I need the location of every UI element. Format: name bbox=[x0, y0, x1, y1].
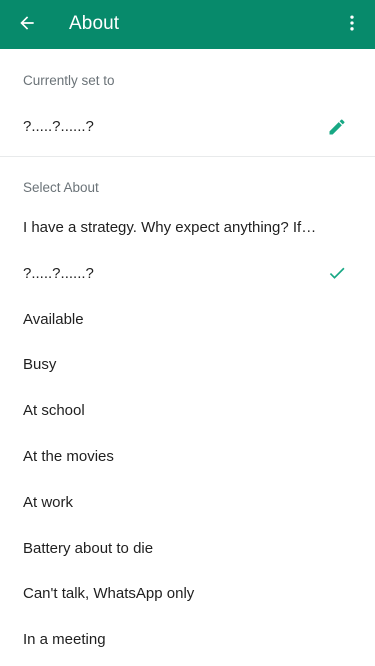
select-section-label: Select About bbox=[23, 180, 99, 195]
about-option-label: In a meeting bbox=[23, 631, 106, 649]
back-button[interactable] bbox=[10, 6, 44, 40]
current-about-text: ?.....?......? bbox=[23, 118, 94, 135]
about-options-list: I have a strategy. Why expect anything? … bbox=[0, 205, 375, 663]
page-title: About bbox=[69, 13, 120, 34]
overflow-menu-button[interactable] bbox=[337, 8, 367, 38]
current-about-row[interactable]: ?.....?......? bbox=[0, 104, 375, 150]
about-option[interactable]: In a meeting bbox=[0, 617, 375, 663]
about-option[interactable]: At school bbox=[0, 388, 375, 434]
about-option[interactable]: At work bbox=[0, 480, 375, 526]
about-option-label: Available bbox=[23, 310, 84, 328]
about-option[interactable]: Available bbox=[0, 297, 375, 343]
about-option-label: I have a strategy. Why expect anything? … bbox=[23, 219, 317, 236]
about-option[interactable]: Battery about to die bbox=[0, 526, 375, 572]
about-option-selected[interactable]: ?.....?......? bbox=[0, 251, 375, 297]
arrow-left-icon bbox=[20, 16, 34, 30]
pencil-icon bbox=[329, 119, 345, 135]
about-option-label: At the movies bbox=[23, 447, 114, 465]
about-option[interactable]: I have a strategy. Why expect anything? … bbox=[0, 205, 375, 251]
section-divider bbox=[0, 156, 375, 157]
about-option-label: At work bbox=[23, 493, 74, 511]
more-vertical-icon bbox=[350, 15, 354, 31]
about-option[interactable]: Busy bbox=[0, 342, 375, 388]
about-option-label: ?.....?......? bbox=[23, 264, 94, 282]
about-option[interactable]: At the movies bbox=[0, 434, 375, 480]
check-icon bbox=[326, 262, 348, 284]
current-section-label: Currently set to bbox=[23, 73, 115, 88]
app-bar: About bbox=[0, 0, 375, 49]
about-option-label: At school bbox=[23, 402, 85, 420]
about-option[interactable]: Can't talk, WhatsApp only bbox=[0, 571, 375, 617]
edit-about-button[interactable] bbox=[324, 114, 350, 140]
about-option-label: Busy bbox=[23, 356, 57, 374]
about-option-label: Battery about to die bbox=[23, 539, 154, 557]
about-option-label: Can't talk, WhatsApp only bbox=[23, 585, 195, 603]
